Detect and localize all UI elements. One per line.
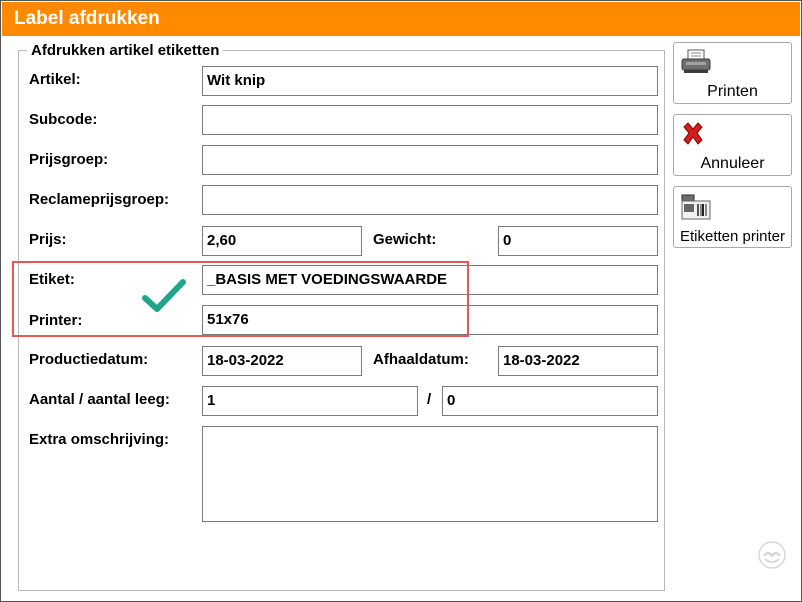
- reclameprijsgroep-input[interactable]: [202, 185, 658, 215]
- printer-select[interactable]: 51x76: [202, 305, 658, 335]
- afhaaldatum-input[interactable]: 18-03-2022: [498, 346, 658, 376]
- printen-button-label: Printen: [707, 83, 758, 100]
- label-print-dialog: Label afdrukken Afdrukken artikel etiket…: [0, 0, 802, 602]
- productiedatum-label: Productiedatum:: [29, 351, 149, 368]
- aantal-leeg-input[interactable]: 0: [442, 386, 658, 416]
- etiketten-printer-button-label: Etiketten printer: [679, 228, 786, 245]
- check-icon: [142, 278, 186, 319]
- extra-omschrijving-textarea[interactable]: [202, 426, 658, 522]
- aantal-input[interactable]: 1: [202, 386, 418, 416]
- annuleer-button-label: Annuleer: [700, 155, 765, 172]
- prijsgroep-label: Prijsgroep:: [29, 151, 109, 168]
- productiedatum-input[interactable]: 18-03-2022: [202, 346, 362, 376]
- subcode-label: Subcode:: [29, 111, 98, 128]
- artikel-label: Artikel:: [29, 71, 81, 88]
- cancel-x-icon: [680, 121, 706, 152]
- printer-label: Printer:: [29, 312, 83, 329]
- aantal-label: Aantal / aantal leeg:: [29, 391, 170, 408]
- printer-icon: [680, 49, 712, 80]
- prijs-label: Prijs:: [29, 231, 67, 248]
- subcode-input[interactable]: [202, 105, 658, 135]
- artikel-input[interactable]: Wit knip: [202, 66, 658, 96]
- annuleer-button[interactable]: Annuleer: [673, 114, 792, 176]
- logo-icon: [757, 540, 787, 575]
- aantal-separator: /: [427, 391, 432, 408]
- prijsgroep-input[interactable]: [202, 145, 658, 175]
- afhaaldatum-label: Afhaaldatum:: [373, 351, 469, 368]
- label-printer-icon: [680, 193, 712, 228]
- etiketten-printer-button[interactable]: Etiketten printer: [673, 186, 792, 248]
- etiket-label: Etiket:: [29, 271, 75, 288]
- printen-button[interactable]: Printen: [673, 42, 792, 104]
- gewicht-input[interactable]: 0: [498, 226, 658, 256]
- window-title: Label afdrukken: [2, 2, 800, 36]
- etiket-select[interactable]: _BASIS MET VOEDINGSWAARDE: [202, 265, 658, 295]
- reclameprijsgroep-label: Reclameprijsgroep:: [29, 191, 170, 208]
- gewicht-label: Gewicht:: [373, 231, 437, 248]
- prijs-input[interactable]: 2,60: [202, 226, 362, 256]
- extra-omschrijving-label: Extra omschrijving:: [29, 431, 170, 448]
- group-legend: Afdrukken artikel etiketten: [27, 42, 224, 59]
